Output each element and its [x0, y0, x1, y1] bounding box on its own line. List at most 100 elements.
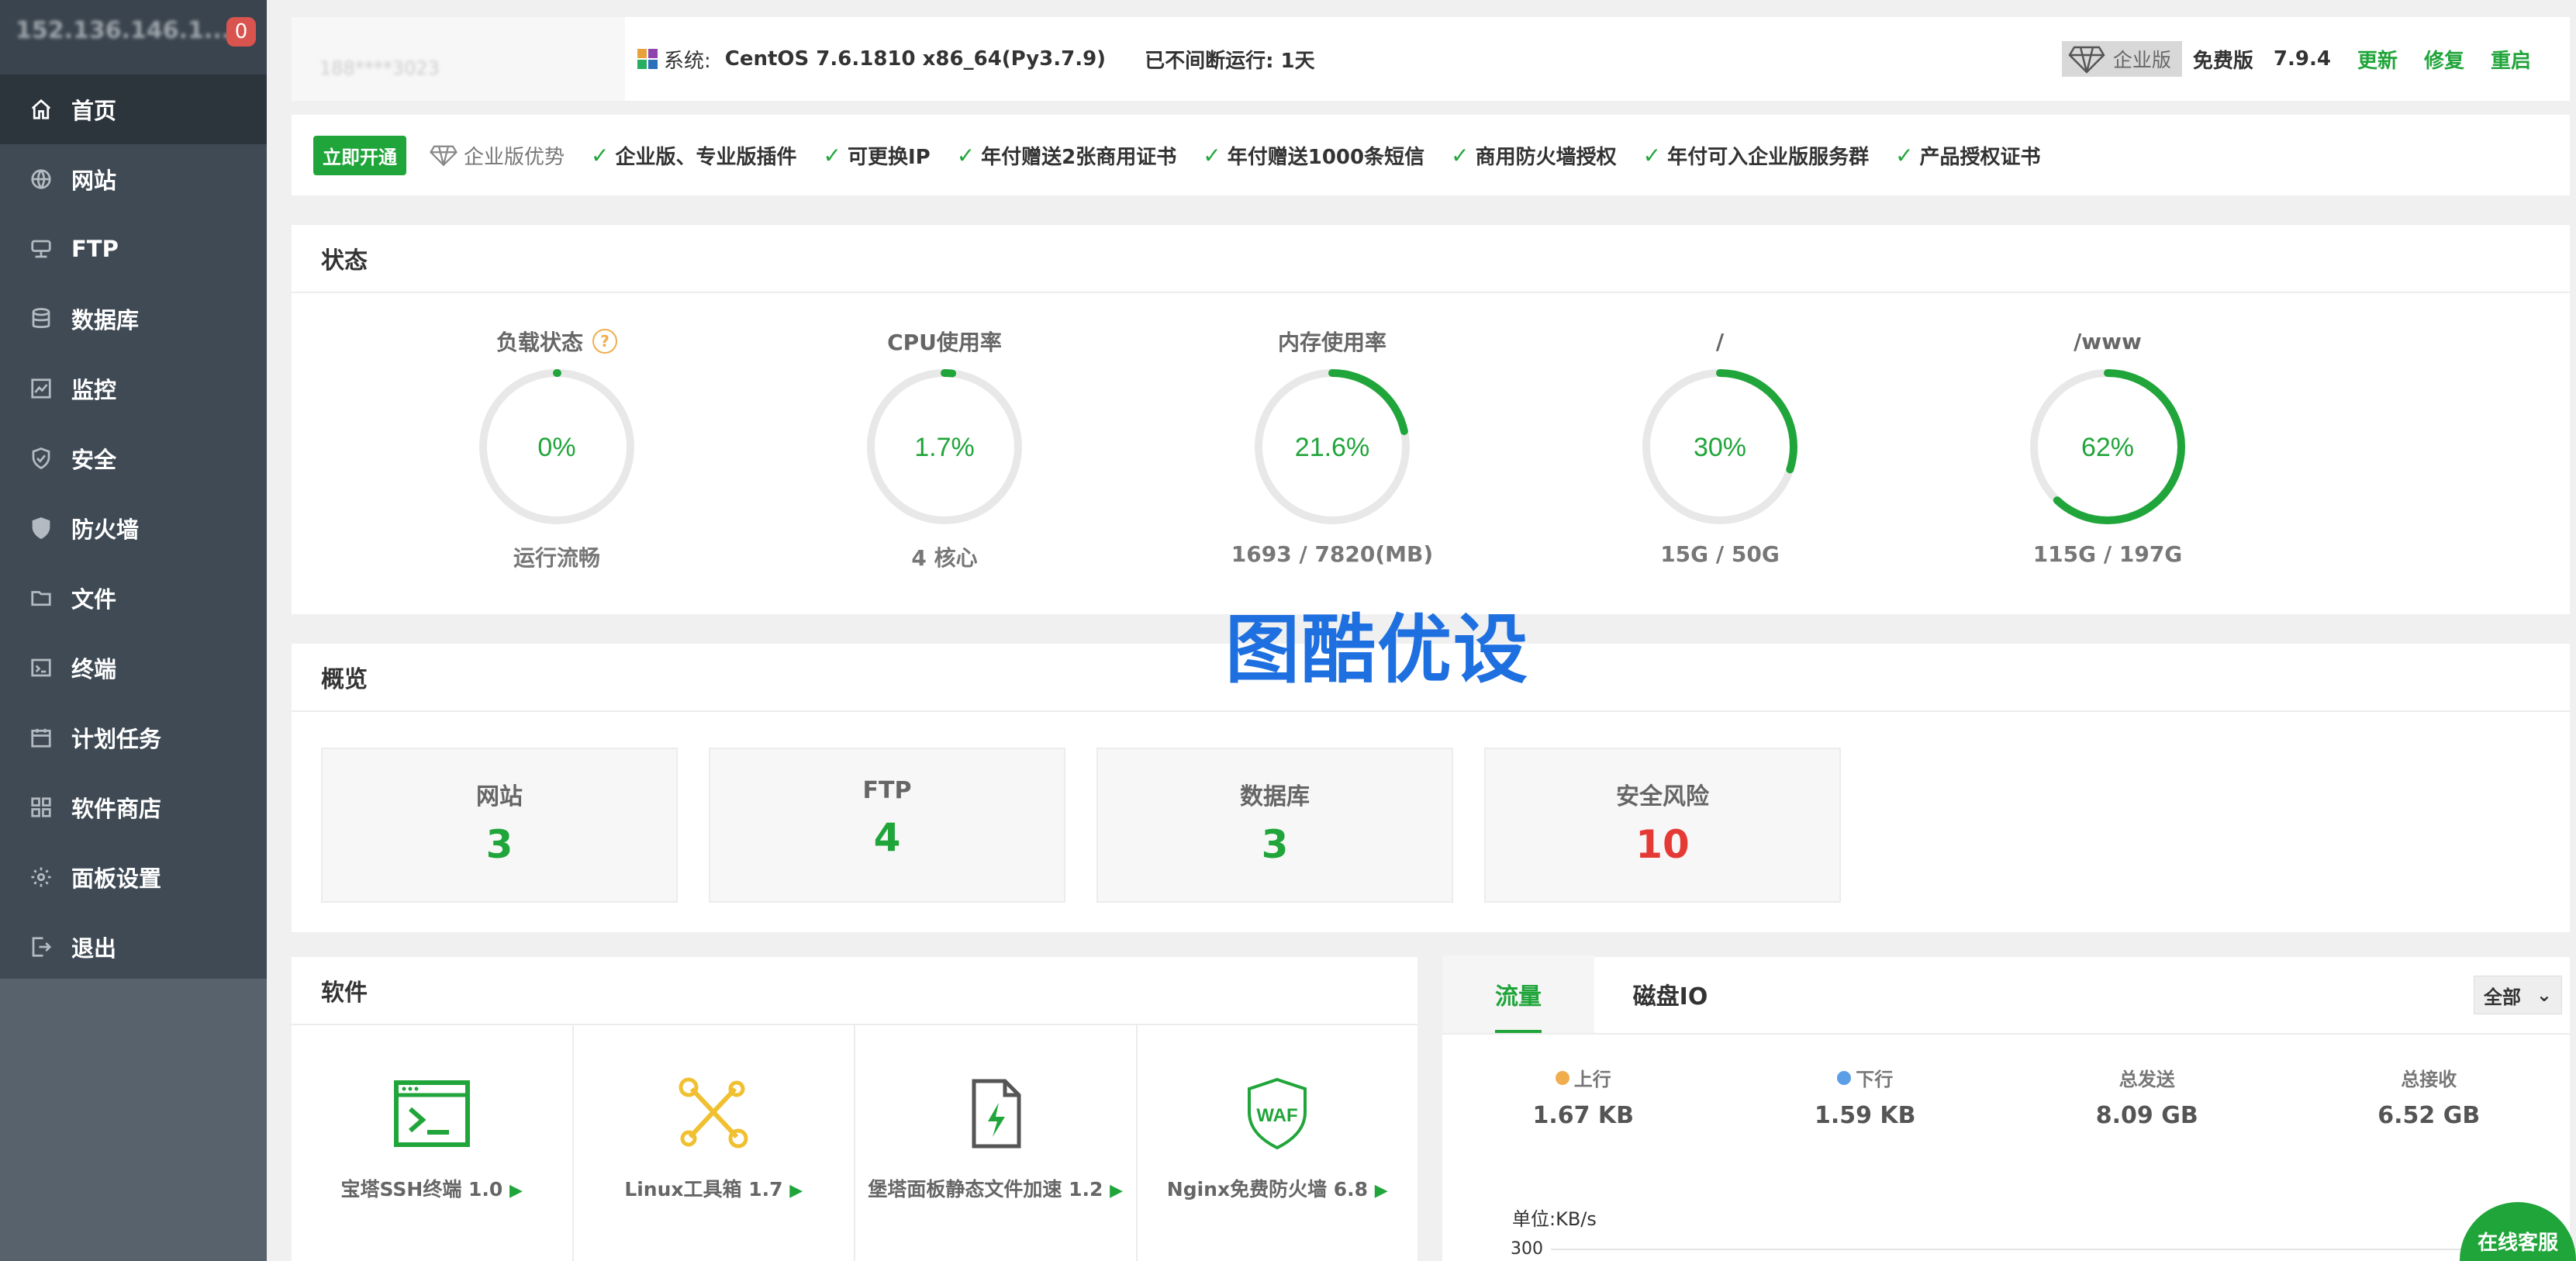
system-label: 系统:	[664, 49, 711, 73]
message-badge[interactable]: 0	[226, 17, 256, 47]
stat-value: 1.59 KB	[1814, 1102, 1916, 1129]
feature-label: 年付可入企业版服务群	[1667, 145, 1870, 169]
sidebar-item-website[interactable]: 网站	[0, 144, 267, 214]
play-icon: ▶	[1110, 1181, 1124, 1201]
feature-label: 可更换IP	[847, 145, 931, 169]
overview-value: 3	[1261, 822, 1289, 867]
system-value: CentOS 7.6.1810 x86_64(Py3.7.9)	[724, 47, 1107, 71]
sidebar-item-label: 首页	[71, 98, 117, 124]
software-item[interactable]: WAF Nginx免费防火墙 6.8 ▶	[1138, 1025, 1418, 1261]
sidebar-item-label: 退出	[71, 935, 117, 962]
software-label: 堡塔面板静态文件加速 1.2 ▶	[855, 1174, 1136, 1202]
server-ip[interactable]: 152.136.146.1...	[16, 17, 230, 44]
stat-value: 6.52 GB	[2377, 1102, 2481, 1129]
sidebar-item-monitor[interactable]: 监控	[0, 354, 267, 423]
system-icon	[637, 49, 658, 69]
update-link[interactable]: 更新	[2357, 45, 2398, 74]
diamond-icon	[430, 145, 458, 167]
overview-ftp[interactable]: FTP 4	[709, 748, 1065, 903]
panel-title: 软件	[292, 957, 1417, 1025]
waf-shield-icon: WAF	[1248, 1077, 1307, 1150]
sidebar-item-ftp[interactable]: FTP	[0, 214, 267, 284]
overview-websites[interactable]: 网站 3	[321, 748, 678, 903]
activate-button[interactable]: 立即开通	[313, 135, 406, 175]
stat-value: 1.67 KB	[1532, 1102, 1635, 1129]
logout-icon	[28, 934, 54, 960]
restart-link[interactable]: 重启	[2491, 45, 2531, 74]
gauge-ring: 0%	[479, 369, 634, 524]
stat-download: 下行 1.59 KB	[1725, 1064, 2007, 1129]
shield-check-icon	[28, 445, 54, 472]
feature-item: ✓ 年付赠送1000条短信	[1203, 141, 1424, 170]
enterprise-tag[interactable]: 企业版	[2061, 41, 2182, 77]
overview-database[interactable]: 数据库 3	[1096, 748, 1453, 903]
version-area: 企业版 免费版 7.9.4 更新 修复 重启	[2061, 41, 2570, 77]
sidebar-item-files[interactable]: 文件	[0, 563, 267, 633]
gauge-cpu[interactable]: CPU使用率 1.7% 4 核心	[751, 326, 1138, 572]
watermark-text: 图酷优设	[1225, 606, 1529, 693]
gauge-memory[interactable]: 内存使用率 21.6% 1693 / 7820(MB)	[1138, 326, 1526, 567]
gauge-load[interactable]: 负载状态? 0% 运行流畅	[363, 326, 751, 572]
gauge-label: 负载状态?	[363, 326, 751, 357]
feature-label: 产品授权证书	[1919, 145, 2041, 169]
chart-unit: 单位:KB/s	[1512, 1208, 1597, 1230]
play-icon: ▶	[789, 1181, 803, 1201]
gauge-disk-root[interactable]: / 30% 15G / 50G	[1526, 326, 1914, 567]
sidebar-item-home[interactable]: 首页	[0, 74, 267, 144]
gauge-ring: 1.7%	[867, 369, 1022, 524]
stat-value: 8.09 GB	[2095, 1102, 2198, 1129]
sidebar-item-database[interactable]: 数据库	[0, 284, 267, 354]
overview-label: 数据库	[1240, 783, 1310, 810]
sidebar-item-store[interactable]: 软件商店	[0, 772, 267, 842]
gauge-disk-www[interactable]: /www 62% 115G / 197G	[1914, 326, 2301, 567]
enterprise-label: 企业版	[2112, 49, 2171, 71]
overview-label: FTP	[862, 777, 912, 804]
legend-dot-icon	[1555, 1070, 1569, 1085]
file-accelerate-icon	[972, 1079, 1021, 1149]
version-number: 7.9.4	[2273, 47, 2331, 71]
tab-disk-io[interactable]: 磁盘IO	[1594, 955, 1746, 1033]
sidebar-item-logout[interactable]: 退出	[0, 912, 267, 982]
stat-label: 总接收	[2401, 1069, 2457, 1090]
gauge-sub: 运行流畅	[513, 545, 600, 571]
ftp-icon	[28, 236, 54, 262]
software-item[interactable]: 宝塔SSH终端 1.0 ▶	[292, 1025, 574, 1261]
check-icon: ✓	[1203, 142, 1221, 168]
feature-label: 商用防火墙授权	[1475, 145, 1617, 169]
folder-icon	[28, 585, 54, 611]
software-item[interactable]: Linux工具箱 1.7 ▶	[574, 1025, 855, 1261]
sidebar-item-label: FTP	[71, 236, 119, 262]
tab-traffic[interactable]: 流量	[1442, 955, 1594, 1033]
sidebar-item-firewall[interactable]: 防火墙	[0, 493, 267, 563]
repair-link[interactable]: 修复	[2424, 45, 2464, 74]
status-panel: 状态 负载状态? 0% 运行流畅 CPU使用率 1.7% 4 核心 内存使用率 …	[292, 225, 2570, 614]
overview-value: 3	[485, 822, 513, 867]
watermark: 图酷优设	[1225, 589, 1529, 697]
feature-label: 企业版、专业版插件	[615, 145, 797, 169]
chevron-down-icon: ⌄	[2536, 984, 2552, 1006]
stat-label-text: 上行	[1573, 1069, 1611, 1090]
software-label: Linux工具箱 1.7 ▶	[574, 1174, 855, 1202]
play-icon: ▶	[1374, 1181, 1388, 1201]
gauge-label-text: 负载状态	[496, 330, 583, 355]
gauge-value: 62%	[2081, 433, 2134, 462]
software-panel: 软件 宝塔SSH终端 1.0 ▶ Linux工具箱 1.7 ▶ 堡塔面板静态文件…	[292, 957, 1417, 1261]
sidebar-item-terminal[interactable]: 终端	[0, 633, 267, 703]
sidebar-item-cron[interactable]: 计划任务	[0, 703, 267, 772]
overview-security-risk[interactable]: 安全风险 10	[1484, 748, 1841, 903]
traffic-tabs: 流量 磁盘IO 全部 ⌄	[1442, 955, 2570, 1035]
help-icon[interactable]: ?	[592, 329, 617, 354]
calendar-icon	[28, 724, 54, 751]
interface-select-value: 全部	[2484, 986, 2521, 1008]
gauge-ring: 30%	[1642, 369, 1797, 524]
edition-label: 免费版	[2192, 49, 2253, 73]
interface-select[interactable]: 全部 ⌄	[2474, 976, 2562, 1014]
stat-label: 总发送	[2118, 1069, 2175, 1090]
sidebar-item-security[interactable]: 安全	[0, 423, 267, 493]
sidebar-item-settings[interactable]: 面板设置	[0, 842, 267, 912]
overview-value: 4	[873, 815, 901, 860]
user-account[interactable]: 188****3023	[292, 17, 625, 101]
software-item[interactable]: 堡塔面板静态文件加速 1.2 ▶	[855, 1025, 1138, 1261]
grid-icon	[28, 794, 54, 821]
sidebar-item-label: 面板设置	[71, 865, 162, 892]
